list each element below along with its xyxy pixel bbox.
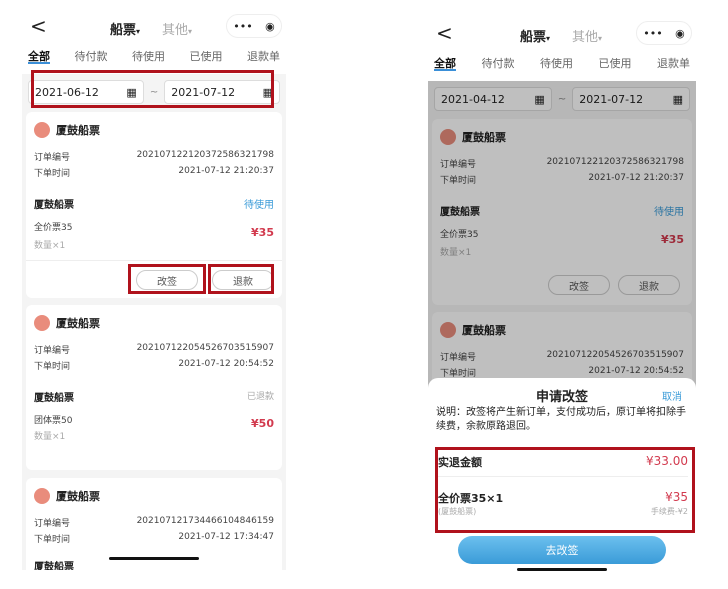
order-number: 202107121734466104846159 — [136, 516, 274, 526]
caret-down-icon: ▾ — [188, 27, 193, 36]
submit-change-button[interactable]: 去改签 — [458, 536, 666, 564]
label: 订单编号 — [34, 153, 71, 163]
order-number: 20210712212037258632179​8 — [136, 150, 274, 160]
order-time: 2021-07-12 21:20:37 — [178, 166, 274, 176]
title: 船票 — [520, 30, 547, 45]
title: 船票 — [110, 23, 137, 38]
caret-down-icon: ▾ — [136, 27, 141, 36]
ship-logo-icon — [34, 488, 50, 504]
other-label: 其他 — [162, 23, 189, 38]
ship-logo-icon — [34, 315, 50, 331]
quantity: 数量×1 — [34, 241, 66, 251]
order-vendor: 厦鼓船票 — [56, 490, 100, 503]
order-vendor: 厦鼓船票 — [56, 124, 100, 137]
quantity: 数量×1 — [34, 432, 66, 442]
cancel-button[interactable]: 取消 — [662, 388, 682, 403]
back-icon[interactable]: < — [30, 14, 47, 38]
capsule-menu: ••• ◉ — [636, 21, 692, 45]
product-name: 厦鼓船票 — [34, 200, 74, 211]
more-icon[interactable]: ••• — [233, 20, 252, 33]
caret-down-icon: ▾ — [546, 34, 551, 43]
sheet-title: 申请改签 — [535, 390, 588, 405]
more-icon[interactable]: ••• — [643, 27, 662, 40]
tab-pending-payment[interactable]: 待付款 — [482, 55, 515, 81]
sheet-note: 说明：改签将产生新订单，支付成功后，原订单将扣除手续费，余款原路退回。 — [436, 407, 686, 432]
status-badge: 已退款 — [246, 392, 274, 402]
nav-header: < 船票▾ 其他▾ ••• ◉ — [22, 8, 286, 48]
order-time: 2021-07-12 20:54:52 — [178, 359, 274, 369]
home-indicator — [109, 557, 199, 560]
caret-down-icon: ▾ — [598, 34, 603, 43]
capsule-menu: ••• ◉ — [226, 14, 282, 38]
label: 下单时间 — [34, 535, 71, 545]
close-target-icon[interactable]: ◉ — [675, 27, 685, 40]
order-vendor: 厦鼓船票 — [56, 317, 100, 330]
label: 下单时间 — [34, 169, 71, 179]
other-label: 其他 — [572, 30, 599, 45]
nav-header: < 船票▾ 其他▾ ••• ◉ — [428, 15, 696, 55]
status-tabs: 全部 待付款 待使用 已使用 退款单 — [428, 55, 696, 81]
label: 订单编号 — [34, 346, 71, 356]
status-badge: 待使用 — [244, 200, 274, 211]
order-card[interactable]: 厦鼓船票 订单编号 202107122054526703515907 下单时间 20… — [26, 305, 282, 470]
highlight-box — [435, 447, 695, 533]
back-icon[interactable]: < — [436, 21, 453, 45]
tab-all[interactable]: 全部 — [28, 48, 50, 64]
tab-refunds[interactable]: 退款单 — [657, 55, 690, 81]
tab-used[interactable]: 已使用 — [599, 55, 632, 81]
label: 下单时间 — [34, 362, 71, 372]
tab-other[interactable]: 其他▾ — [162, 19, 192, 38]
order-time: 2021-07-12 17:34:47 — [178, 532, 274, 542]
ship-logo-icon — [34, 122, 50, 138]
tab-all[interactable]: 全部 — [434, 55, 456, 71]
close-target-icon[interactable]: ◉ — [265, 20, 275, 33]
tab-other[interactable]: 其他▾ — [572, 26, 602, 45]
highlight-box — [128, 264, 206, 294]
product-name: 厦鼓船票 — [34, 393, 74, 404]
highlight-box — [208, 264, 274, 294]
home-indicator — [517, 568, 607, 571]
order-number: 202107122054526703515907 — [136, 343, 274, 353]
divider — [26, 260, 282, 261]
label: 订单编号 — [34, 519, 71, 529]
highlight-box — [31, 70, 274, 108]
tab-ship-ticket[interactable]: 船票▾ — [520, 26, 550, 45]
tab-ship-ticket[interactable]: 船票▾ — [110, 19, 140, 38]
tab-to-use[interactable]: 待使用 — [540, 55, 573, 81]
product-name: 厦鼓船票 — [34, 562, 74, 570]
